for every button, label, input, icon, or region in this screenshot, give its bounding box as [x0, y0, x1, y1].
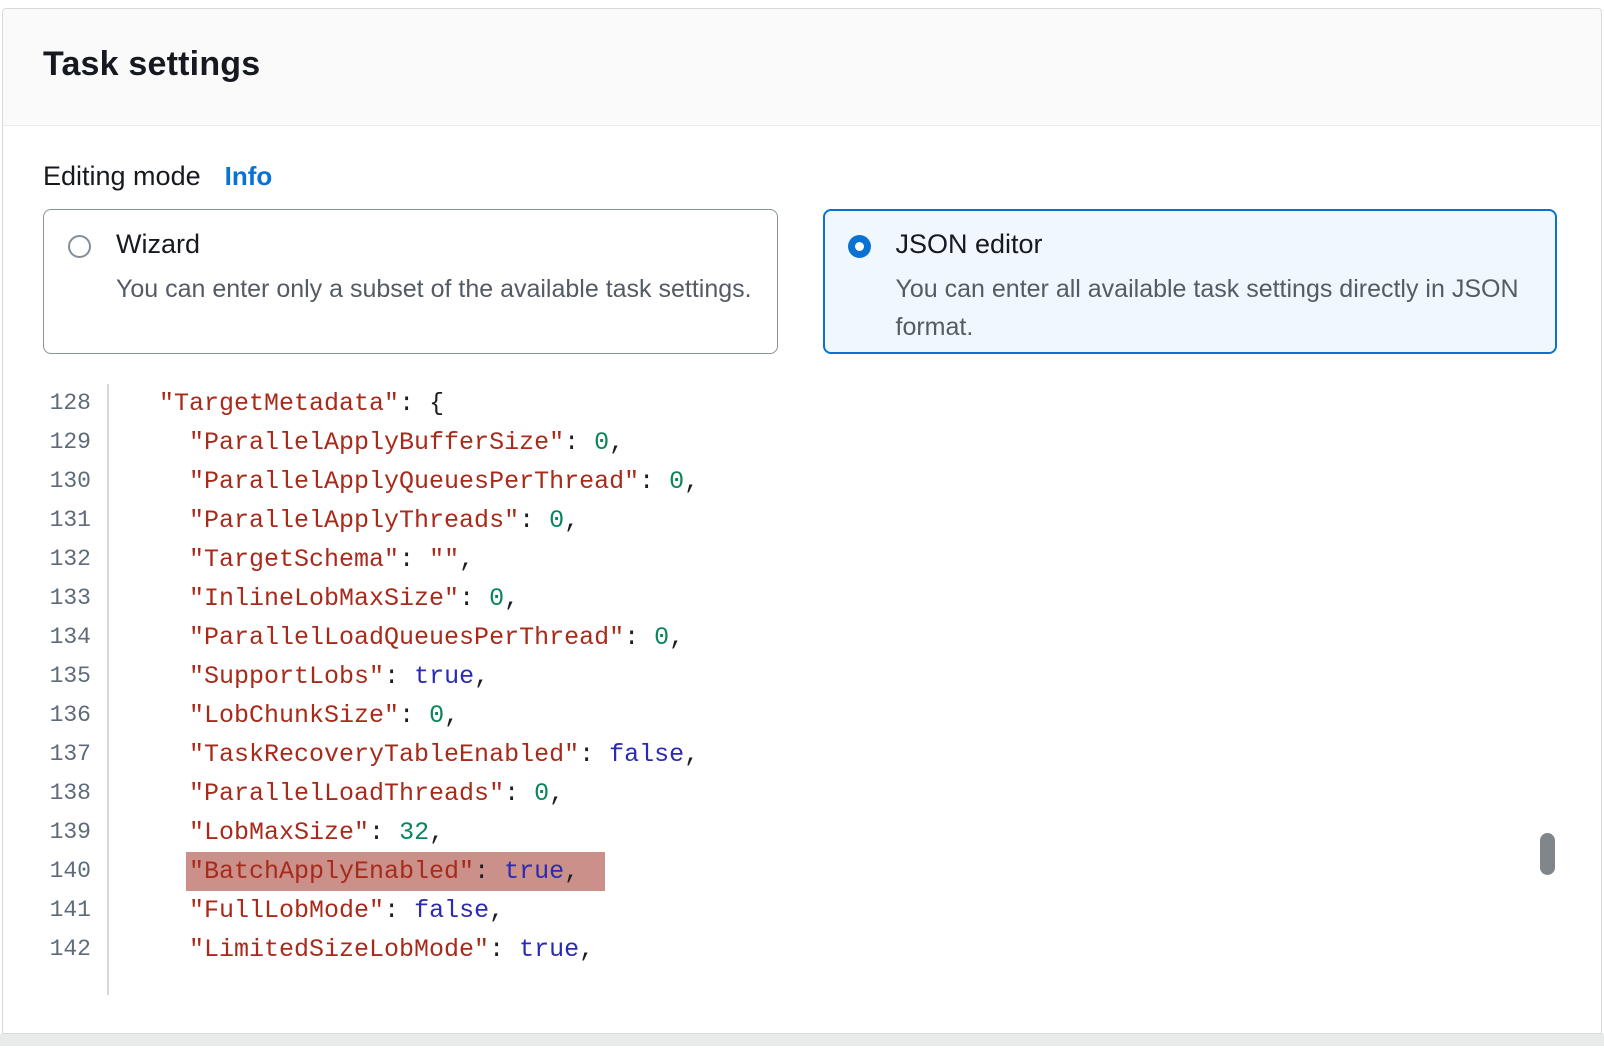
- container-body: Editing mode Info Wizard You can enter o…: [3, 126, 1601, 995]
- tile-wizard[interactable]: Wizard You can enter only a subset of th…: [43, 209, 778, 354]
- tile-title: Wizard: [116, 229, 752, 260]
- code-text[interactable]: "ParallelLoadQueuesPerThread": 0,: [109, 618, 684, 657]
- editing-mode-field: Editing mode Info: [43, 161, 1557, 192]
- line-number[interactable]: 141: [43, 891, 109, 930]
- code-line[interactable]: 139 "LobMaxSize": 32,: [43, 813, 1557, 852]
- code-line[interactable]: 141 "FullLobMode": false,: [43, 891, 1557, 930]
- wizard-radio-icon[interactable]: [68, 235, 91, 258]
- line-number[interactable]: 130: [43, 462, 109, 501]
- tile-json-editor[interactable]: JSON editor You can enter all available …: [823, 209, 1558, 354]
- code-line[interactable]: 130 "ParallelApplyQueuesPerThread": 0,: [43, 462, 1557, 501]
- code-text[interactable]: "TaskRecoveryTableEnabled": false,: [109, 735, 699, 774]
- tile-description: You can enter only a subset of the avail…: [116, 270, 752, 308]
- tile-description: You can enter all available task setting…: [896, 270, 1536, 346]
- code-text[interactable]: "ParallelLoadThreads": 0,: [109, 774, 564, 813]
- code-line[interactable]: 142 "LimitedSizeLobMode": true,: [43, 930, 1557, 969]
- bottom-strip: [0, 1034, 1604, 1046]
- code-line[interactable]: 134 "ParallelLoadQueuesPerThread": 0,: [43, 618, 1557, 657]
- info-link[interactable]: Info: [225, 161, 273, 192]
- line-number[interactable]: 129: [43, 423, 109, 462]
- code-line[interactable]: 129 "ParallelApplyBufferSize": 0,: [43, 423, 1557, 462]
- line-number[interactable]: 136: [43, 696, 109, 735]
- code-line[interactable]: 133 "InlineLobMaxSize": 0,: [43, 579, 1557, 618]
- code-text[interactable]: "ParallelApplyBufferSize": 0,: [109, 423, 624, 462]
- code-line[interactable]: 135 "SupportLobs": true,: [43, 657, 1557, 696]
- code-text[interactable]: "InlineLobMaxSize": 0,: [109, 579, 519, 618]
- code-line[interactable]: 128 "TargetMetadata": {: [43, 384, 1557, 423]
- line-number[interactable]: 138: [43, 774, 109, 813]
- code-line[interactable]: 136 "LobChunkSize": 0,: [43, 696, 1557, 735]
- editing-mode-tiles: Wizard You can enter only a subset of th…: [43, 209, 1557, 354]
- code-text[interactable]: "ParallelApplyQueuesPerThread": 0,: [109, 462, 699, 501]
- task-settings-container: Task settings Editing mode Info Wizard Y…: [2, 8, 1602, 1034]
- line-number[interactable]: 132: [43, 540, 109, 579]
- line-number[interactable]: 134: [43, 618, 109, 657]
- tile-title: JSON editor: [896, 229, 1536, 260]
- line-number[interactable]: 140: [43, 852, 109, 891]
- code-text[interactable]: "LimitedSizeLobMode": true,: [109, 930, 594, 969]
- code-line[interactable]: 137 "TaskRecoveryTableEnabled": false,: [43, 735, 1557, 774]
- code-text[interactable]: "ParallelApplyThreads": 0,: [109, 501, 579, 540]
- json-editor-radio-icon[interactable]: [848, 235, 871, 258]
- line-number[interactable]: 131: [43, 501, 109, 540]
- line-number[interactable]: 133: [43, 579, 109, 618]
- json-code-editor[interactable]: 128 "TargetMetadata": { 129 "ParallelApp…: [43, 384, 1557, 995]
- line-number[interactable]: 137: [43, 735, 109, 774]
- line-number[interactable]: 139: [43, 813, 109, 852]
- line-number[interactable]: 135: [43, 657, 109, 696]
- code-text[interactable]: "BatchApplyEnabled": true,: [109, 852, 605, 891]
- code-line[interactable]: 140 "BatchApplyEnabled": true,: [43, 852, 1557, 891]
- tile-json-editor-content: JSON editor You can enter all available …: [896, 229, 1536, 352]
- code-line[interactable]: 138 "ParallelLoadThreads": 0,: [43, 774, 1557, 813]
- editor-scrollbar-thumb[interactable]: [1540, 833, 1555, 875]
- code-line[interactable]: 132 "TargetSchema": "",: [43, 540, 1557, 579]
- editing-mode-label: Editing mode: [43, 161, 201, 192]
- line-number[interactable]: 142: [43, 930, 109, 969]
- code-text[interactable]: "TargetMetadata": {: [109, 384, 444, 423]
- code-text[interactable]: "LobMaxSize": 32,: [109, 813, 444, 852]
- page: Task settings Editing mode Info Wizard Y…: [0, 8, 1604, 1054]
- container-header: Task settings: [3, 9, 1601, 126]
- code-text[interactable]: "TargetSchema": "",: [109, 540, 474, 579]
- code-text[interactable]: "LobChunkSize": 0,: [109, 696, 459, 735]
- code-text[interactable]: "SupportLobs": true,: [109, 657, 489, 696]
- code-line[interactable]: 131 "ParallelApplyThreads": 0,: [43, 501, 1557, 540]
- page-title: Task settings: [43, 45, 1561, 84]
- code-line-spacer: [43, 969, 1557, 995]
- tile-wizard-content: Wizard You can enter only a subset of th…: [116, 229, 752, 353]
- line-number-gutter: [43, 969, 109, 995]
- code-text[interactable]: "FullLobMode": false,: [109, 891, 504, 930]
- line-number[interactable]: 128: [43, 384, 109, 423]
